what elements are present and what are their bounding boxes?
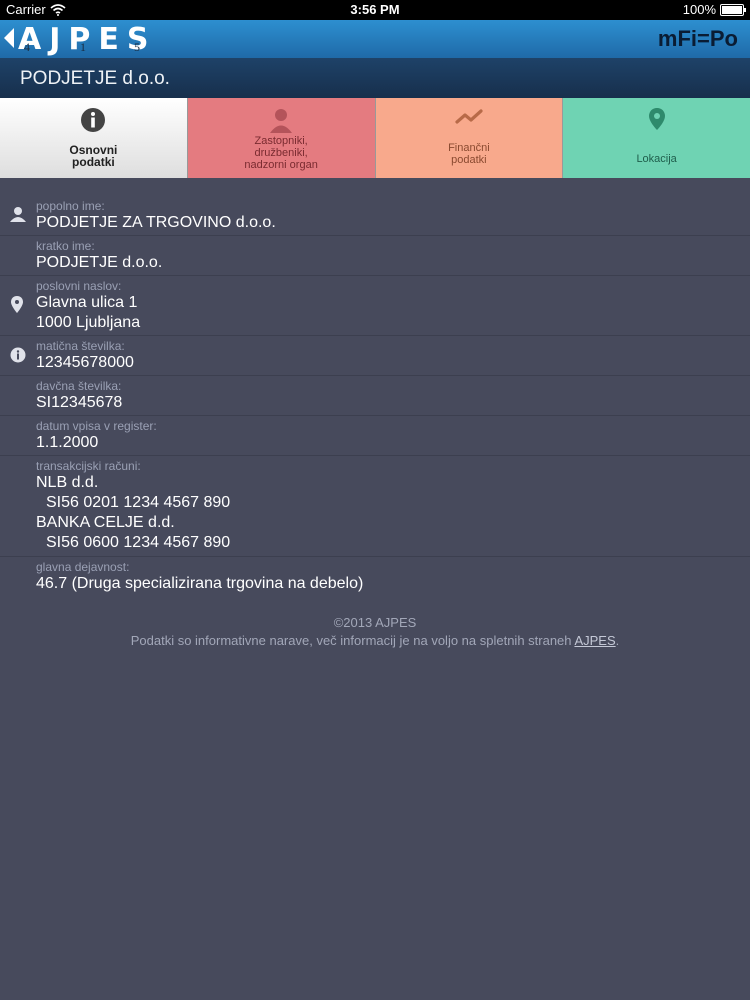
footer: ©2013 AJPES Podatki so informativne nara… [0, 614, 750, 650]
app-header: AJPES 4 1 5 mFi=Po [0, 20, 750, 58]
detail-short-name: kratko ime: PODJETJE d.o.o. [0, 236, 750, 276]
tab-lokacija[interactable]: Lokacija [563, 98, 750, 178]
detail-value: SI56 0600 1234 4567 890 [46, 534, 231, 551]
page-title: PODJETJE d.o.o. [20, 68, 170, 89]
detail-label: transakcijski računi: [36, 459, 141, 473]
detail-full-name: popolno ime: PODJETJE ZA TRGOVINO d.o.o. [0, 178, 750, 236]
battery-percent: 100% [682, 2, 716, 17]
detail-value: 1.1.2000 [36, 434, 99, 451]
detail-label: datum vpisa v register: [36, 419, 157, 433]
title-bar: PODJETJE d.o.o. [0, 58, 750, 98]
person-icon [188, 106, 375, 134]
app-name: mFi=Po [657, 26, 738, 51]
tab-financni-podatki[interactable]: Finančni podatki [375, 98, 564, 178]
detail-address: poslovni naslov: Glavna ulica 1 1000 Lju… [0, 276, 750, 336]
status-bar: Carrier 3:56 PM 100% [0, 0, 750, 20]
clock: 3:56 PM [350, 2, 400, 17]
tab-label-line: podatki [451, 154, 487, 166]
detail-label: poslovni naslov: [36, 279, 122, 293]
tab-label-line: Finančni [448, 142, 490, 154]
logo-number: 1 [80, 40, 86, 54]
detail-tax-number: davčna številka: SI12345678 [0, 376, 750, 416]
location-pin-icon [563, 106, 750, 134]
tab-label-line: podatki [72, 155, 115, 169]
detail-value: 12345678000 [36, 354, 134, 371]
info-icon [10, 347, 26, 363]
tab-osnovni-podatki[interactable]: Osnovni podatki [0, 98, 188, 178]
detail-value: 46.7 (Druga specializirana trgovina na d… [36, 575, 364, 592]
footer-note-end: . [615, 633, 620, 648]
detail-registration-date: datum vpisa v register: 1.1.2000 [0, 416, 750, 456]
detail-label: davčna številka: [36, 379, 122, 393]
tab-bar: Osnovni podatki Zastopniki, družbeniki, … [0, 98, 750, 178]
detail-label: popolno ime: [36, 199, 105, 213]
detail-value: PODJETJE d.o.o. [36, 254, 163, 271]
detail-value: SI56 0201 1234 4567 890 [46, 494, 231, 511]
battery-icon [720, 3, 746, 16]
detail-value: BANKA CELJE d.d. [36, 514, 175, 531]
detail-value: PODJETJE ZA TRGOVINO d.o.o. [36, 214, 276, 231]
detail-value: SI12345678 [36, 394, 123, 411]
logo-number: 4 [24, 40, 30, 54]
footer-note-text: Podatki so informativne narave, več info… [130, 633, 572, 648]
detail-value: 1000 Ljubljana [36, 314, 141, 331]
ajpes-link[interactable]: AJPES [574, 633, 615, 648]
trend-icon [376, 106, 563, 130]
tab-label-line: nadzorni organ [244, 159, 318, 171]
footer-note: Podatki so informativne narave, več info… [0, 632, 750, 650]
info-icon [0, 106, 187, 134]
details-list: popolno ime: PODJETJE ZA TRGOVINO d.o.o.… [0, 178, 750, 597]
detail-label: kratko ime: [36, 239, 95, 253]
detail-label: glavna dejavnost: [36, 560, 130, 574]
person-icon [10, 207, 26, 222]
logo-number: 5 [134, 40, 140, 54]
detail-value: NLB d.d. [36, 474, 99, 491]
back-arrow-icon[interactable] [4, 28, 14, 48]
tab-zastopniki[interactable]: Zastopniki, družbeniki, nadzorni organ [187, 98, 376, 178]
detail-bank-accounts: transakcijski računi: NLB d.d. SI56 0201… [0, 456, 750, 557]
detail-registration-number: matična številka: 12345678000 [0, 336, 750, 376]
tab-label-line: družbeniki, [254, 147, 308, 159]
copyright: ©2013 AJPES [333, 615, 417, 630]
location-pin-icon [11, 296, 23, 313]
tab-label-line: Lokacija [636, 153, 677, 165]
detail-label: matična številka: [36, 339, 125, 353]
battery-status: 100% [682, 2, 746, 17]
detail-value: Glavna ulica 1 [36, 294, 138, 311]
detail-main-activity: glavna dejavnost: 46.7 (Druga specializi… [0, 557, 750, 597]
tab-label-line: Zastopniki, [254, 135, 308, 147]
